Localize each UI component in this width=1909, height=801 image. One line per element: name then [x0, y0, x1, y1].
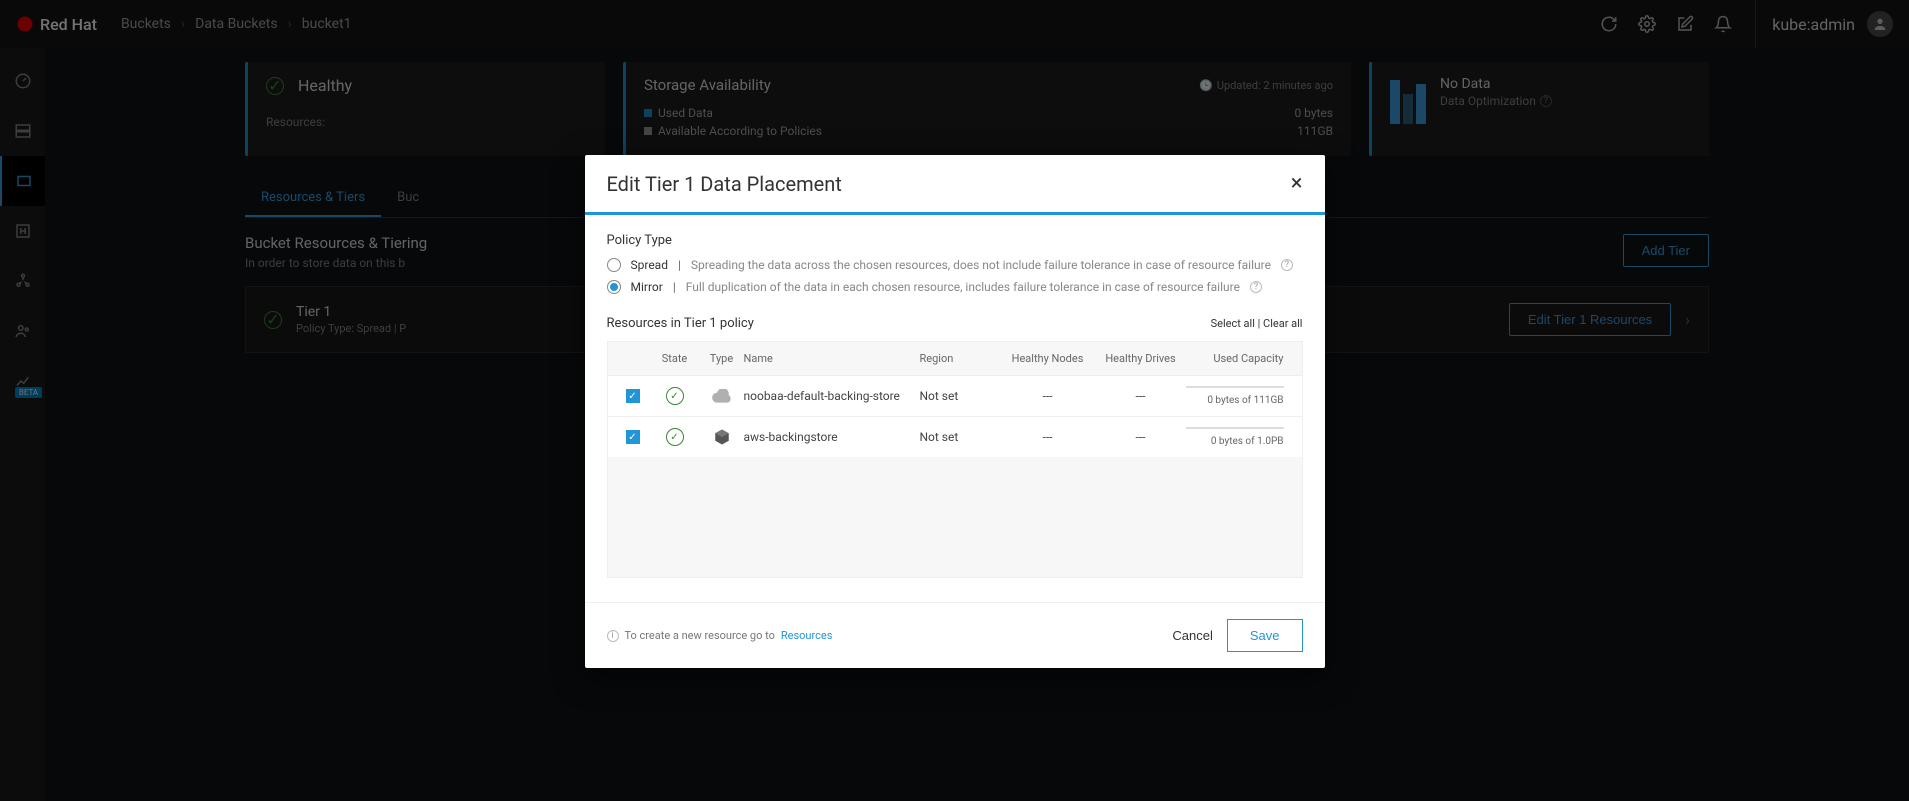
row-hn: ---: [1000, 430, 1096, 444]
help-icon[interactable]: ?: [1250, 281, 1262, 293]
edit-tier-modal: Edit Tier 1 Data Placement × Policy Type…: [585, 155, 1325, 668]
col-name: Name: [744, 352, 920, 365]
row-region: Not set: [920, 389, 1000, 403]
close-icon[interactable]: ×: [1291, 171, 1303, 196]
policy-spread-row[interactable]: Spread | Spreading the data across the c…: [607, 258, 1303, 272]
mirror-label: Mirror: [631, 280, 663, 294]
col-region: Region: [920, 352, 1000, 365]
table-empty-space: [608, 457, 1302, 577]
check-circle-icon: ✓: [666, 387, 684, 405]
table-row[interactable]: ✓ aws-backingstore Not set --- --- 0 byt…: [608, 416, 1302, 457]
info-icon: i: [607, 630, 619, 642]
row-hd: ---: [1096, 389, 1186, 403]
resources-table: State Type Name Region Healthy Nodes Hea…: [607, 341, 1303, 578]
row-cap: 0 bytes of 1.0PB: [1211, 436, 1284, 447]
checkbox[interactable]: [626, 389, 640, 403]
clear-all-link[interactable]: Clear all: [1263, 317, 1302, 330]
cube-icon: [713, 428, 731, 446]
save-button[interactable]: Save: [1227, 619, 1303, 652]
check-circle-icon: ✓: [666, 428, 684, 446]
radio-spread[interactable]: [607, 258, 621, 272]
resources-link[interactable]: Resources: [781, 629, 833, 642]
col-cap: Used Capacity: [1186, 352, 1294, 365]
table-header: State Type Name Region Healthy Nodes Hea…: [608, 342, 1302, 375]
policy-type-label: Policy Type: [607, 233, 1303, 248]
col-state: State: [650, 352, 700, 365]
row-name: noobaa-default-backing-store: [744, 389, 920, 403]
foot-note: i To create a new resource go to Resourc…: [607, 629, 833, 642]
cancel-button[interactable]: Cancel: [1172, 628, 1212, 643]
spread-label: Spread: [631, 258, 668, 272]
row-hd: ---: [1096, 430, 1186, 444]
col-type: Type: [700, 352, 744, 365]
row-cap: 0 bytes of 111GB: [1207, 395, 1283, 406]
col-hn: Healthy Nodes: [1000, 352, 1096, 365]
policy-mirror-row[interactable]: Mirror | Full duplication of the data in…: [607, 280, 1303, 294]
col-hd: Healthy Drives: [1096, 352, 1186, 365]
row-name: aws-backingstore: [744, 430, 920, 444]
checkbox[interactable]: [626, 430, 640, 444]
resources-title: Resources in Tier 1 policy: [607, 316, 754, 331]
help-icon[interactable]: ?: [1281, 259, 1293, 271]
modal-title: Edit Tier 1 Data Placement: [607, 172, 842, 196]
spread-desc: Spreading the data across the chosen res…: [691, 258, 1271, 272]
table-row[interactable]: ✓ noobaa-default-backing-store Not set -…: [608, 375, 1302, 416]
cloud-icon: [712, 389, 732, 403]
radio-mirror[interactable]: [607, 280, 621, 294]
row-hn: ---: [1000, 389, 1096, 403]
row-region: Not set: [920, 430, 1000, 444]
select-all-link[interactable]: Select all: [1211, 317, 1255, 330]
mirror-desc: Full duplication of the data in each cho…: [686, 280, 1240, 294]
